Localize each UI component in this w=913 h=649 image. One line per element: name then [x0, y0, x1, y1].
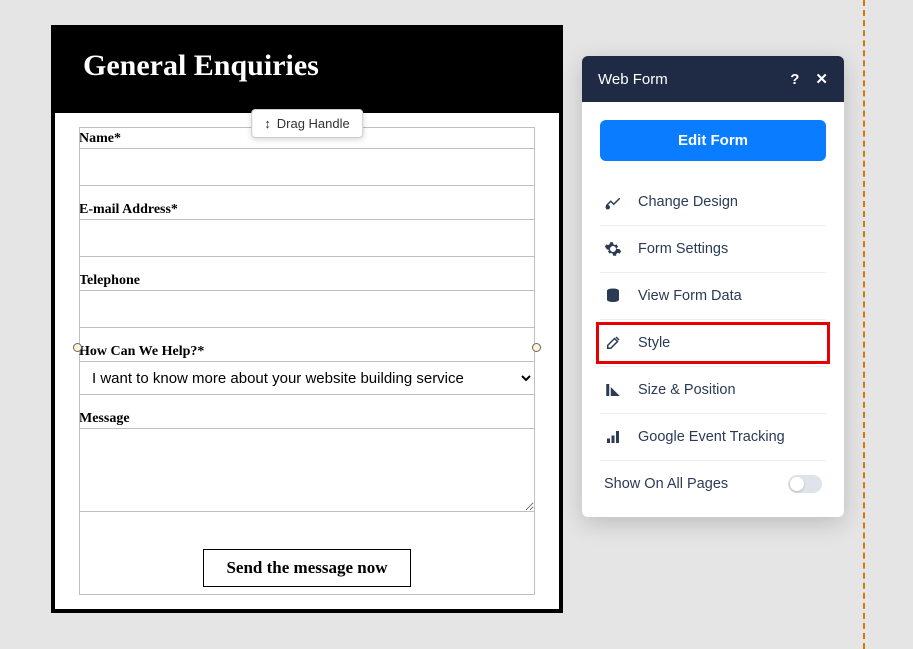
toggle-knob	[790, 477, 804, 491]
panel-footer: Show On All Pages	[600, 460, 826, 509]
field-help: How Can We Help?* I want to know more ab…	[79, 344, 535, 395]
drag-handle-label: Drag Handle	[277, 116, 350, 131]
panel-title: Web Form	[598, 71, 668, 88]
field-email: E-mail Address*	[79, 202, 535, 257]
email-label: E-mail Address*	[79, 202, 535, 218]
panel-header: Web Form ? ✕	[582, 56, 844, 102]
panel-item-form-settings[interactable]: Form Settings	[600, 225, 826, 272]
panel-item-style[interactable]: Style	[600, 319, 826, 366]
telephone-label: Telephone	[79, 273, 535, 289]
gear-icon	[604, 240, 622, 258]
name-input[interactable]	[79, 148, 535, 186]
form-body: ↕ Drag Handle Name* E-mail Address* Tele…	[55, 113, 559, 609]
panel-body: Edit Form Change Design Form Settings Vi…	[582, 102, 844, 517]
email-input[interactable]	[79, 219, 535, 257]
submit-wrap: Send the message now	[79, 533, 535, 591]
drag-handle-icon: ↕	[264, 116, 271, 131]
brush-icon	[604, 334, 622, 352]
highlight-box	[596, 322, 830, 364]
panel-item-label: Form Settings	[638, 241, 728, 257]
selection-handle-right[interactable]	[532, 343, 541, 352]
selection-handle-left[interactable]	[73, 343, 82, 352]
help-label: How Can We Help?*	[79, 344, 535, 360]
settings-panel: Web Form ? ✕ Edit Form Change Design For…	[582, 56, 844, 517]
help-select[interactable]: I want to know more about your website b…	[79, 361, 535, 395]
analytics-icon	[604, 428, 622, 446]
database-icon	[604, 287, 622, 305]
submit-button[interactable]: Send the message now	[203, 549, 410, 587]
help-icon[interactable]: ?	[790, 71, 799, 88]
panel-item-label: Change Design	[638, 194, 738, 210]
message-textarea[interactable]	[79, 428, 535, 512]
ruler-icon	[604, 381, 622, 399]
edit-form-button[interactable]: Edit Form	[600, 120, 826, 161]
panel-item-label: Size & Position	[638, 382, 736, 398]
telephone-input[interactable]	[79, 290, 535, 328]
panel-item-google-event-tracking[interactable]: Google Event Tracking	[600, 413, 826, 460]
field-name: Name*	[79, 131, 535, 186]
panel-item-label: View Form Data	[638, 288, 742, 304]
close-icon[interactable]: ✕	[815, 70, 828, 88]
panel-item-label: Google Event Tracking	[638, 429, 785, 445]
panel-item-view-form-data[interactable]: View Form Data	[600, 272, 826, 319]
drag-handle[interactable]: ↕ Drag Handle	[251, 109, 363, 138]
show-on-label: Show On All Pages	[604, 476, 728, 492]
field-telephone: Telephone	[79, 273, 535, 328]
panel-item-label: Style	[638, 335, 670, 351]
vertical-guide-line	[863, 0, 865, 649]
design-icon	[604, 193, 622, 211]
field-message: Message	[79, 411, 535, 517]
form-title: General Enquiries	[55, 29, 559, 113]
panel-item-change-design[interactable]: Change Design	[600, 179, 826, 225]
show-on-toggle[interactable]	[788, 475, 822, 493]
message-label: Message	[79, 411, 535, 427]
web-form-widget[interactable]: General Enquiries ↕ Drag Handle Name* E-…	[51, 25, 563, 613]
panel-item-size-position[interactable]: Size & Position	[600, 366, 826, 413]
